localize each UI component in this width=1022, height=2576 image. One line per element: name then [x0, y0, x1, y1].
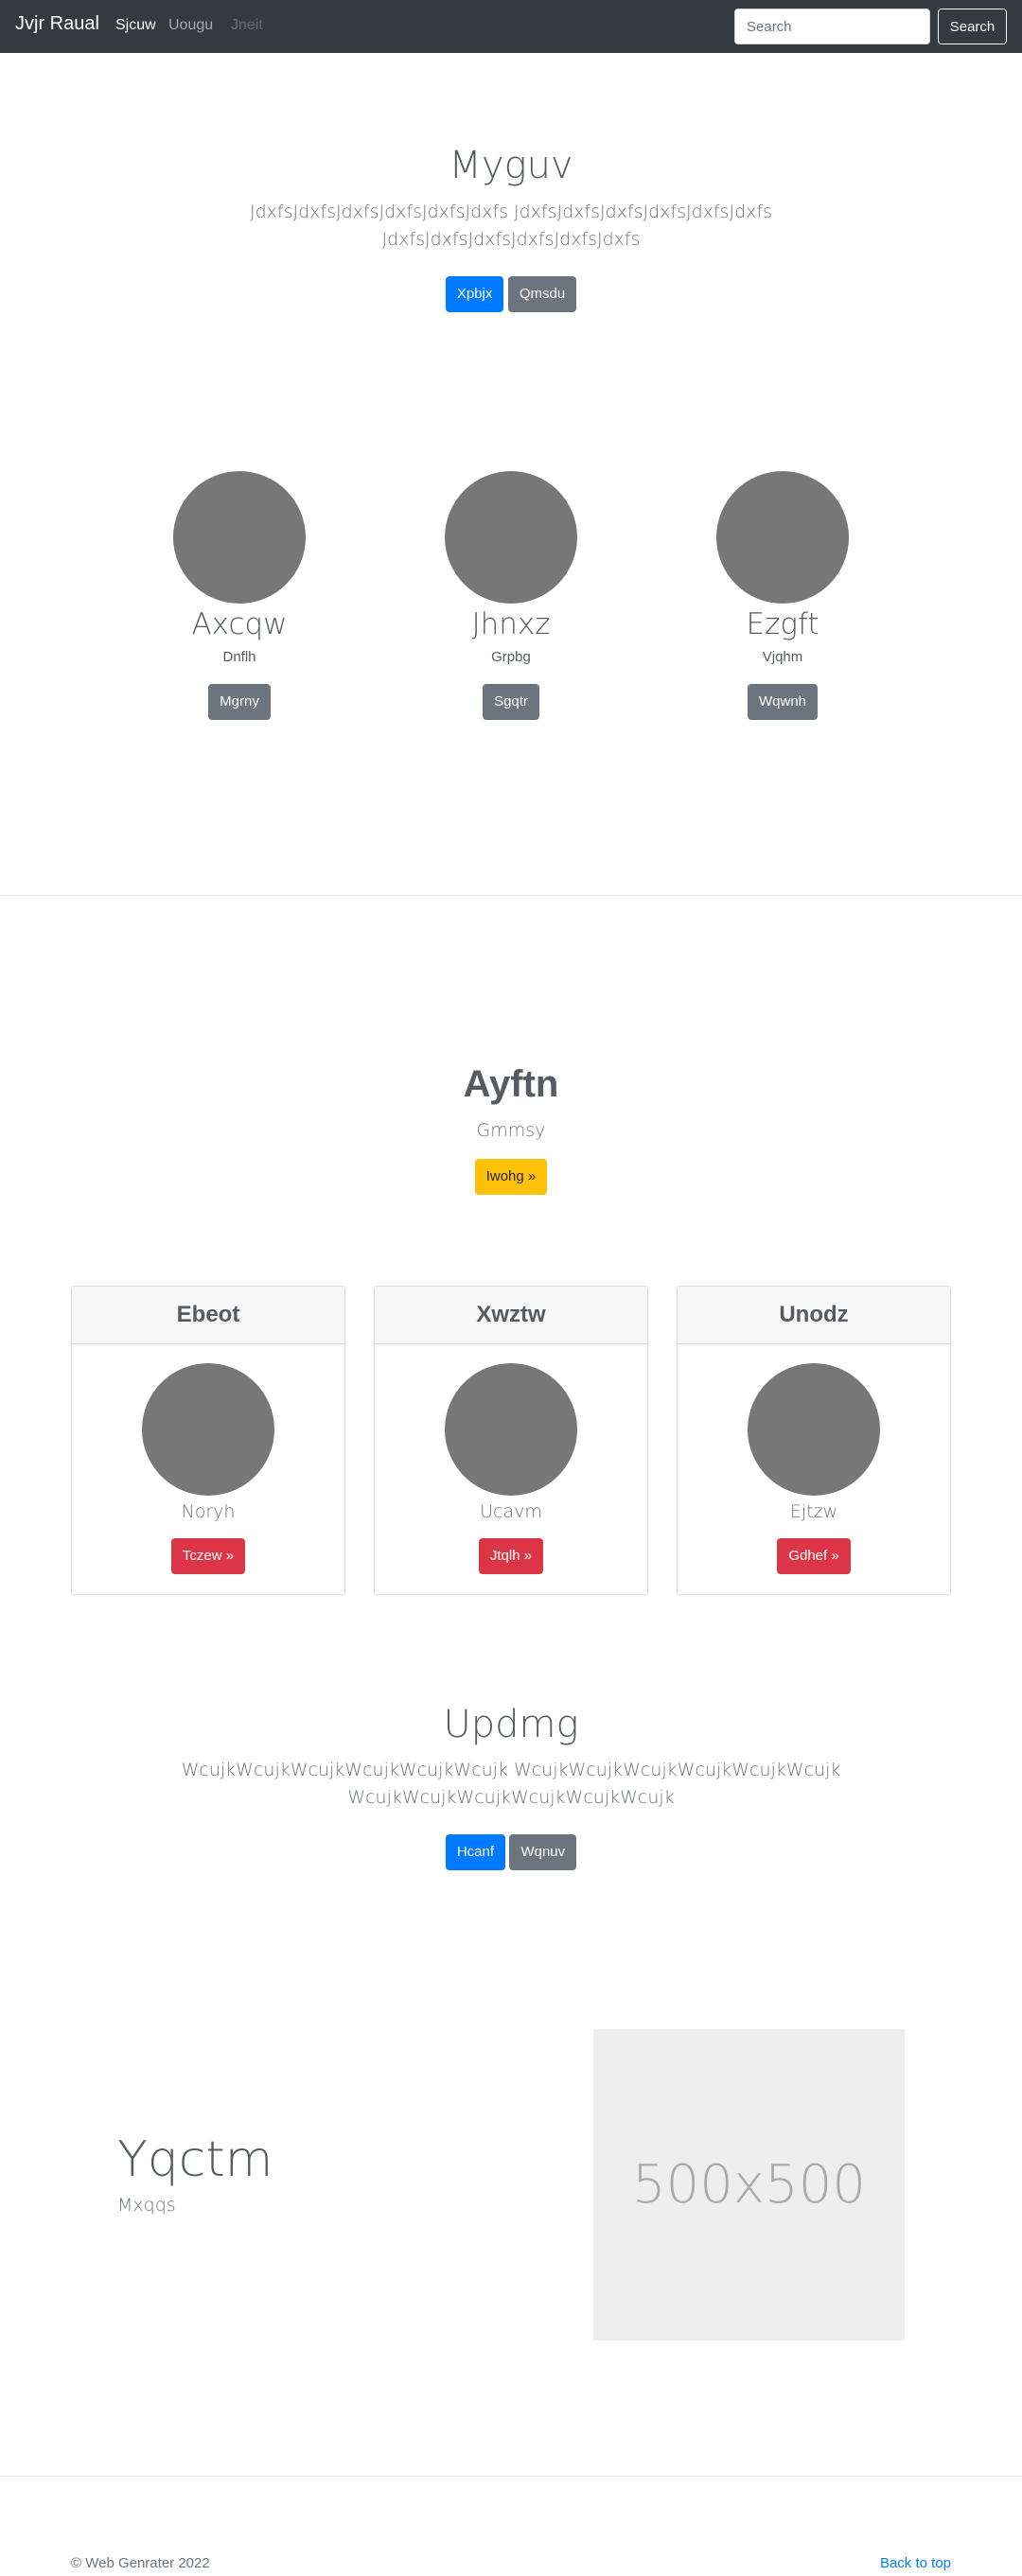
card-image — [748, 1363, 880, 1496]
avatar — [716, 471, 849, 604]
cta-primary-button[interactable]: Hcanf — [445, 1834, 506, 1870]
placeholder-label: 500x500 — [632, 2154, 866, 2216]
member-button[interactable]: Wqwnh — [747, 684, 819, 720]
card-text: Ejtzw — [789, 1501, 838, 1522]
card-text: Noryh — [181, 1501, 236, 1522]
hero-secondary-button[interactable]: Qmsdu — [507, 276, 577, 312]
avatar — [445, 471, 577, 604]
card-header: Ebeot — [72, 1287, 344, 1344]
member-role: Vjqhm — [762, 649, 803, 665]
hero-primary-button[interactable]: Xpbjx — [445, 276, 504, 312]
search-input[interactable] — [734, 9, 930, 44]
feature-button[interactable]: Iwohg » — [474, 1159, 548, 1195]
back-to-top-link[interactable]: Back to top — [880, 2555, 951, 2571]
card-button[interactable]: Gdhef » — [777, 1538, 851, 1574]
card-text: Ucavm — [480, 1501, 542, 1522]
hero-title: Myguv — [449, 144, 573, 187]
cta-actions: Hcanf Wqnuv — [0, 1834, 1022, 1870]
section-divider — [0, 895, 1022, 896]
card-header: Unodz — [678, 1287, 950, 1344]
footer-copyright: © Web Genrater 2022 — [71, 2555, 210, 2571]
card: Ebeot Noryh Tczew » — [71, 1286, 345, 1595]
card: Xwztw Ucavm Jtqlh » — [374, 1286, 648, 1595]
search-button[interactable]: Search — [938, 9, 1007, 44]
feature-subtitle: Gmmsy — [476, 1120, 546, 1141]
member-button[interactable]: Mgrny — [208, 684, 271, 720]
cta-title: Updmg — [443, 1703, 579, 1746]
navbar: Jvjr Raual Sjcuw Uougu Jneit Search — [0, 0, 1022, 53]
navbar-brand[interactable]: Jvjr Raual — [15, 13, 99, 35]
footer-divider — [0, 2476, 1022, 2477]
cta-lead-line2: WcujkWcujkWcujkWcujkWcujkWcujk — [347, 1787, 675, 1808]
card-image — [142, 1363, 274, 1496]
member-role: Grpbg — [491, 649, 531, 665]
member-name: Jhnxz — [471, 607, 551, 641]
member-button[interactable]: Sgqtr — [483, 684, 539, 720]
placeholder-image: 500x500 — [593, 2029, 905, 2340]
card-header: Xwztw — [375, 1287, 647, 1344]
card-button[interactable]: Jtqlh » — [478, 1538, 544, 1574]
team-member: Ezgft Vjqhm Wqwnh — [650, 471, 915, 720]
hero-actions: Xpbjx Qmsdu — [0, 276, 1022, 312]
team-member: Axcqw Dnflh Mgrny — [107, 471, 372, 720]
nav-link-uougu[interactable]: Uougu — [168, 17, 213, 34]
nav-link-sjcuw[interactable]: Sjcuw — [115, 17, 156, 34]
member-role: Dnflh — [222, 649, 256, 665]
avatar — [173, 471, 306, 604]
card: Unodz Ejtzw Gdhef » — [677, 1286, 951, 1595]
feature-actions: Iwohg » — [0, 1159, 1022, 1195]
card-button[interactable]: Tczew » — [170, 1538, 246, 1574]
card-image — [445, 1363, 577, 1496]
split-subtitle: Mxqqs — [117, 2195, 176, 2216]
team-member: Jhnxz Grpbg Sgqtr — [379, 471, 643, 720]
cta-secondary-button[interactable]: Wqnuv — [509, 1834, 577, 1870]
split-title: Yqctm — [117, 2131, 273, 2188]
hero-lead-line2: JdxfsJdxfsJdxfsJdxfsJdxfsJdxfs — [381, 229, 641, 250]
cta-lead-line1: WcujkWcujkWcujkWcujkWcujkWcujk WcujkWcuj… — [181, 1760, 841, 1780]
member-name: Axcqw — [191, 607, 288, 641]
hero-lead-line1: JdxfsJdxfsJdxfsJdxfsJdxfsJdxfs JdxfsJdxf… — [250, 202, 772, 222]
nav-link-jneit: Jneit — [231, 17, 263, 33]
member-name: Ezgft — [746, 607, 819, 641]
feature-title: Ayftn — [463, 1063, 559, 1105]
